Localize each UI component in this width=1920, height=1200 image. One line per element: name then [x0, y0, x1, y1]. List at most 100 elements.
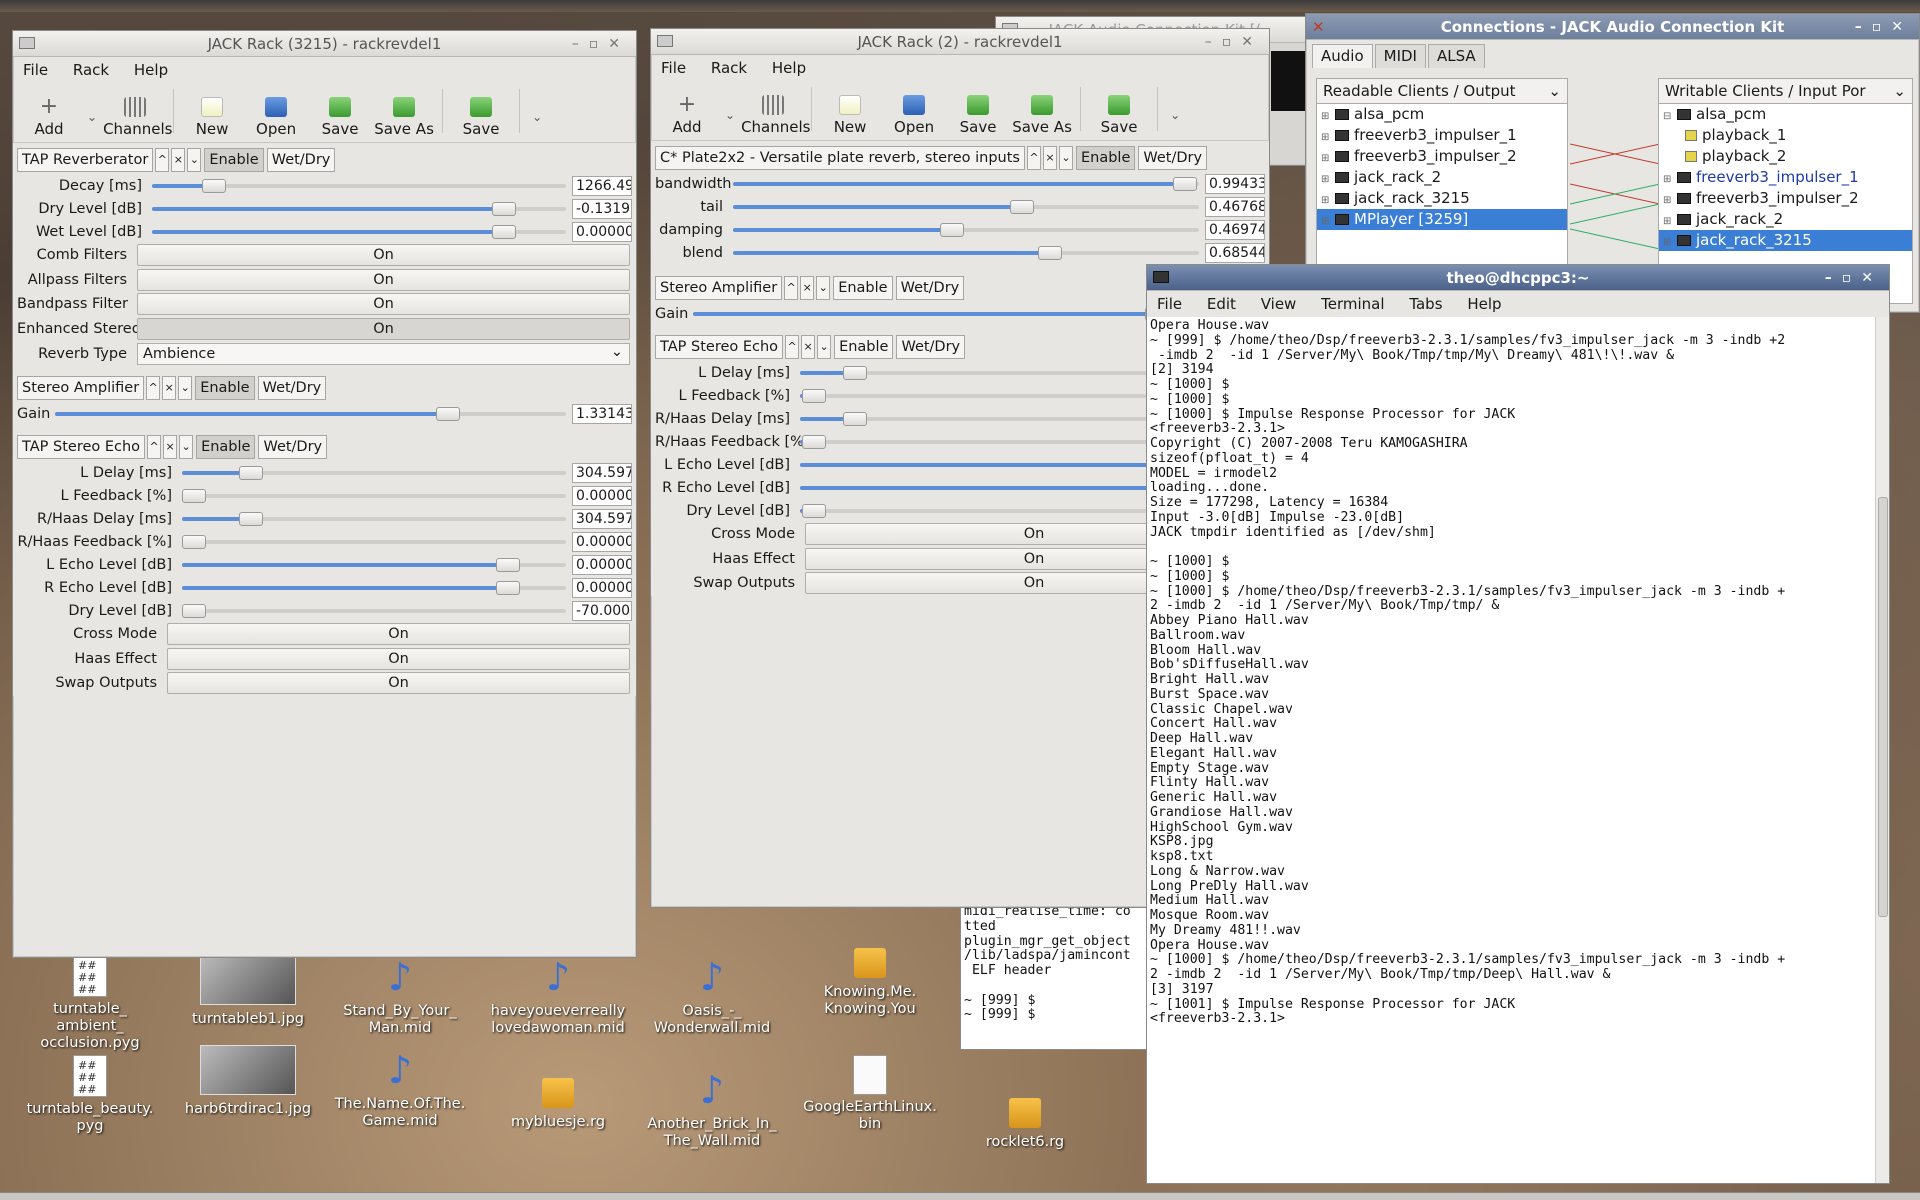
param-slider[interactable] — [181, 603, 566, 618]
remove-button[interactable]: × — [163, 435, 178, 459]
toggle-button[interactable]: On — [137, 268, 630, 291]
plate-plugin-name[interactable]: C* Plate2x2 - Versatile plate reverb, st… — [655, 146, 1025, 170]
param-value[interactable]: -0.13192 — [572, 198, 632, 219]
param-value[interactable]: 0.000000 — [572, 485, 632, 506]
remove-button[interactable]: × — [162, 376, 177, 400]
writable-clients-header[interactable]: Writable Clients / Input Por ⌄ — [1658, 78, 1913, 104]
window-menu-icon[interactable] — [657, 35, 673, 47]
menu-terminal[interactable]: Terminal — [1321, 295, 1384, 313]
expand-icon[interactable]: ⊞ — [1321, 169, 1331, 190]
input-port-item[interactable]: playback_2 — [1659, 146, 1912, 167]
rack2-titlebar[interactable]: JACK Rack (2) - rackrevdel1 –▫✕ — [651, 29, 1269, 55]
remove-button[interactable]: × — [171, 148, 186, 172]
move-up-button[interactable]: ^ — [785, 335, 800, 359]
terminal-output[interactable]: Opera House.wav ~ [999] $ /home/theo/Dsp/… — [1147, 317, 1875, 1183]
param-slider[interactable] — [733, 199, 1199, 214]
save-button[interactable]: Save — [946, 95, 1010, 136]
menu-file[interactable]: File — [661, 59, 686, 77]
tab-alsa[interactable]: ALSA — [1427, 44, 1485, 68]
rack1-titlebar[interactable]: JACK Rack (3215) - rackrevdel1 –▫✕ — [13, 31, 636, 57]
new-button[interactable]: New — [180, 97, 244, 138]
param-slider[interactable] — [182, 511, 566, 526]
desktop-icon[interactable]: ♪ Oasis_-_ Wonderwall.mid — [642, 955, 782, 1037]
gain-value[interactable]: 1.331435 — [572, 403, 632, 424]
param-value[interactable]: 0.000000 — [572, 221, 632, 242]
menu-help[interactable]: Help — [772, 59, 806, 77]
enable-toggle[interactable]: Enable — [833, 276, 893, 300]
toggle-button[interactable]: On — [167, 672, 630, 695]
enable-toggle[interactable]: Enable — [196, 435, 256, 459]
readable-client-item[interactable]: ⊞ alsa_pcm — [1317, 104, 1567, 125]
wet-dry-toggle[interactable]: Wet/Dry — [896, 335, 966, 359]
param-value[interactable]: 304.5976 — [572, 462, 632, 483]
param-slider[interactable] — [181, 488, 566, 503]
save-button-2[interactable]: Save — [449, 97, 513, 138]
param-slider[interactable] — [733, 176, 1199, 191]
param-value[interactable]: 1266.490 — [572, 175, 632, 196]
param-slider[interactable] — [733, 222, 1199, 237]
menu-file[interactable]: File — [23, 61, 48, 79]
desktop-icon[interactable]: ## ## ## turntable_ ambient_ occlusion.py… — [20, 955, 160, 1052]
save-button-2[interactable]: Save — [1087, 95, 1151, 136]
menu-edit[interactable]: Edit — [1207, 295, 1236, 313]
wet-dry-toggle[interactable]: Wet/Dry — [1138, 146, 1208, 170]
enable-toggle[interactable]: Enable — [834, 335, 894, 359]
wet-dry-toggle[interactable]: Wet/Dry — [895, 276, 965, 300]
move-down-button[interactable]: ⌄ — [187, 148, 202, 172]
writable-client-item[interactable]: ⊞ jack_rack_2 — [1659, 209, 1912, 230]
window-controls[interactable]: –▫✕ — [1855, 14, 1913, 40]
expand-icon[interactable]: ⊞ — [1663, 211, 1673, 232]
wet-dry-toggle[interactable]: Wet/Dry — [257, 376, 327, 400]
param-value[interactable]: 0.469749 — [1205, 219, 1265, 240]
param-slider[interactable] — [152, 201, 566, 216]
menu-rack[interactable]: Rack — [73, 61, 109, 79]
input-port-item[interactable]: playback_1 — [1659, 125, 1912, 146]
param-slider[interactable] — [152, 178, 566, 193]
desktop-icon[interactable]: rocklet6.rg — [955, 1090, 1095, 1151]
echo-plugin-name[interactable]: TAP Stereo Echo — [17, 435, 146, 459]
expand-icon[interactable]: ⊞ — [1321, 211, 1331, 232]
remove-button[interactable]: × — [1042, 146, 1057, 170]
expand-icon[interactable]: ⊞ — [1663, 190, 1673, 211]
expand-icon[interactable]: ⊞ — [1321, 106, 1331, 127]
move-up-button[interactable]: ^ — [147, 435, 162, 459]
param-value[interactable]: 0.685446 — [1205, 242, 1265, 263]
terminal-titlebar[interactable]: theo@dhcppc3:~ –▫✕ — [1147, 265, 1889, 291]
save-as-button[interactable]: Save As — [372, 97, 436, 138]
writable-client-item[interactable]: ⊟ alsa_pcm — [1659, 104, 1912, 125]
enable-toggle[interactable]: Enable — [1075, 146, 1136, 170]
terminal-scrollbar[interactable] — [1875, 317, 1889, 1183]
save-button[interactable]: Save — [308, 97, 372, 138]
remove-button[interactable]: × — [800, 276, 815, 300]
gain-slider[interactable] — [55, 406, 566, 421]
desktop-icon[interactable]: ♪ haveyoueverreally lovedawoman.mid — [488, 955, 628, 1037]
move-up-button[interactable]: ^ — [146, 376, 161, 400]
toggle-button[interactable]: On — [137, 293, 630, 316]
remove-button[interactable]: × — [801, 335, 816, 359]
expand-icon[interactable]: ⊞ — [1663, 232, 1673, 253]
toggle-button[interactable]: On — [137, 244, 630, 267]
window-menu-icon[interactable] — [19, 37, 35, 49]
add-dropdown-arrow[interactable]: ⌄ — [87, 110, 97, 124]
expand-icon[interactable]: ⊞ — [1321, 148, 1331, 169]
desktop-icon[interactable]: turntableb1.jpg — [178, 955, 318, 1028]
param-value[interactable]: 0.994333 — [1205, 173, 1265, 194]
new-button[interactable]: New — [818, 95, 882, 136]
window-controls[interactable]: –▫✕ — [1205, 29, 1263, 55]
enable-toggle[interactable]: Enable — [204, 148, 264, 172]
add-button[interactable]: + Add — [655, 94, 719, 137]
add-dropdown-arrow[interactable]: ⌄ — [725, 108, 735, 122]
desktop-icon[interactable]: ♪ Stand_By_Your_ Man.mid — [330, 955, 470, 1037]
move-down-button[interactable]: ⌄ — [1058, 146, 1073, 170]
writable-client-item[interactable]: ⊞ freeverb3_impulser_1 — [1659, 167, 1912, 188]
wet-dry-toggle[interactable]: Wet/Dry — [258, 435, 328, 459]
toggle-button[interactable]: On — [137, 317, 630, 340]
expand-icon[interactable]: ⊞ — [1321, 127, 1331, 148]
reverb-type-select[interactable]: Ambience — [137, 342, 630, 365]
channels-button[interactable]: Channels — [103, 97, 172, 138]
jack-rack-3215-window[interactable]: JACK Rack (3215) - rackrevdel1 –▫✕ File … — [12, 30, 637, 958]
menu-help[interactable]: Help — [134, 61, 168, 79]
param-slider[interactable] — [182, 465, 566, 480]
readable-client-item[interactable]: ⊞ freeverb3_impulser_1 — [1317, 125, 1567, 146]
toggle-button[interactable]: On — [167, 647, 630, 670]
